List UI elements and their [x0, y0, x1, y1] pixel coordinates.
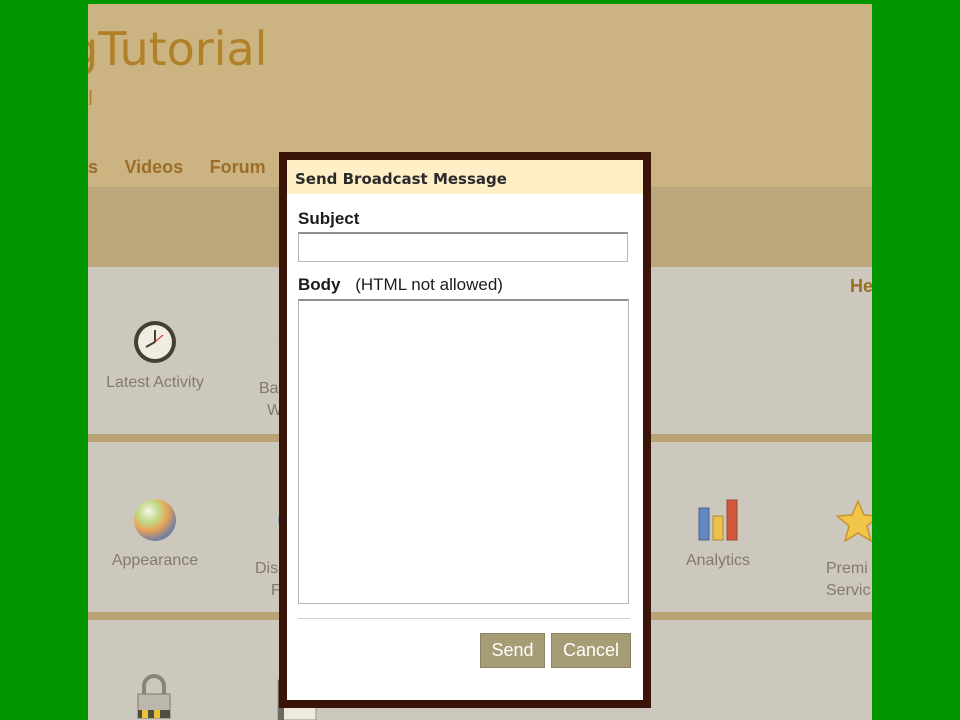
send-button[interactable]: Send: [480, 633, 545, 668]
body-label-text: Body: [298, 275, 341, 294]
subject-label: Subject: [298, 209, 359, 229]
subject-input[interactable]: [298, 232, 628, 262]
dialog-divider: [298, 618, 630, 619]
body-textarea[interactable]: [298, 299, 629, 604]
broadcast-message-dialog: Send Broadcast Message Subject Body (HTM…: [279, 152, 651, 708]
subject-label-text: Subject: [298, 209, 360, 228]
dialog-body: Send Broadcast Message Subject Body (HTM…: [287, 160, 643, 700]
cancel-button[interactable]: Cancel: [551, 633, 631, 668]
body-label: Body (HTML not allowed): [298, 275, 503, 295]
dialog-title: Send Broadcast Message: [287, 160, 643, 194]
body-note: (HTML not allowed): [355, 275, 503, 294]
